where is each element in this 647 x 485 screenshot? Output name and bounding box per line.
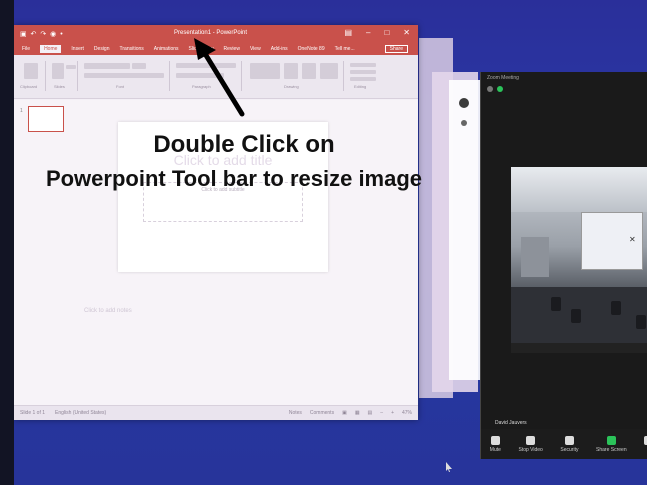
shape-fill-button[interactable] [320,63,338,79]
zoom-window-title: Zoom Meeting [487,75,519,81]
arrange-button[interactable] [284,63,298,79]
stop-video-button[interactable]: Stop Video [518,435,543,453]
font-family-select[interactable] [84,63,130,69]
font-size-select[interactable] [132,63,146,69]
reading-view-icon[interactable]: ▤ [368,410,373,416]
meeting-status-indicators [487,86,503,92]
select-button[interactable] [350,77,376,81]
tab-file[interactable]: File [22,46,30,52]
slide-number: 1 [20,108,23,114]
annotation-caption: Double Click on Powerpoint Tool bar to r… [14,128,454,196]
language-status[interactable]: English (United States) [55,410,106,416]
video-floor [511,287,647,343]
monitor-bezel-left [0,0,14,485]
font-format-buttons[interactable] [84,73,164,78]
app-icon[interactable] [459,98,469,108]
stop-video-label: Stop Video [518,446,543,453]
security-label: Security [560,446,579,453]
encryption-shield-icon[interactable] [497,86,503,92]
quick-access-toolbar[interactable]: ▣ ↶ ↷ ◉ • [20,30,64,38]
pointer-arrow-icon [194,38,245,117]
video-chair [571,309,581,323]
zoom-level[interactable]: 47% [402,410,412,416]
annotation-line-2: Powerpoint Tool bar to resize image [45,166,423,191]
tell-me-search[interactable]: Tell me... [335,46,355,52]
share-button[interactable]: Share [384,45,408,53]
ribbon-group-label: Clipboard [20,84,38,89]
find-button[interactable] [350,63,376,67]
document-title: Presentation1 - PowerPoint [174,30,248,36]
video-camera-icon [526,435,536,445]
status-right: Notes Comments ▣ ▦ ▤ – + 47% [289,410,412,416]
participant-video[interactable]: ✕ [511,167,647,343]
ribbon-group-clipboard: Clipboard [18,61,46,91]
zoom-in-button[interactable]: + [391,410,394,416]
notes-placeholder[interactable]: Click to add notes [84,308,132,314]
background-window-icons [454,98,474,138]
video-projector-glyph: ✕ [629,235,636,244]
new-slide-button[interactable] [52,63,64,79]
maximize-button[interactable]: □ [384,28,389,37]
ribbon-group-label: Font [116,84,125,89]
slide-sorter-icon[interactable]: ▦ [355,410,360,416]
close-button[interactable]: ✕ [403,28,410,37]
video-wall [521,237,549,277]
ribbon-group-label: Slides [54,84,65,89]
ribbon-group-font: Font [80,61,170,91]
video-annotation-toolbar[interactable] [511,343,647,353]
tab-insert[interactable]: Insert [71,46,84,52]
zoom-out-button[interactable]: – [380,410,383,416]
ribbon-group-label: Drawing [284,84,299,89]
paste-button[interactable] [24,63,38,79]
window-controls: ▤ – □ ✕ [344,28,410,37]
share-screen-icon [606,435,616,445]
participant-name: David Jauvers [495,420,527,426]
share-screen-button[interactable]: Share Screen [596,435,627,453]
ribbon-display-options-button[interactable]: ▤ [344,28,352,37]
minimize-button[interactable]: – [366,28,370,37]
desktop-screen: ▣ ↶ ↷ ◉ • Presentation1 - PowerPoint ▤ –… [14,0,647,485]
tab-home[interactable]: Home [40,45,62,53]
ribbon-group-label: Editing [354,84,367,89]
ribbon-group-drawing: Drawing [244,61,344,91]
layout-button[interactable] [66,65,76,69]
normal-view-icon[interactable]: ▣ [342,410,347,416]
tab-onenote[interactable]: OneNote 89 [298,46,325,52]
shield-icon [564,435,574,445]
info-icon[interactable] [487,86,493,92]
tab-design[interactable]: Design [94,46,110,52]
status-bar: Slide 1 of 1 English (United States) Not… [14,405,418,420]
comments-toggle[interactable]: Comments [310,410,334,416]
ribbon-group-editing: Editing [346,61,386,91]
video-ceiling [511,167,647,212]
zoom-meeting-window: Zoom Meeting ✕ David Jauvers Mute Stop V… [480,72,647,459]
zoom-meeting-toolbar: Mute Stop Video Security Share Screen M [481,429,647,459]
video-chair [611,301,621,315]
annotation-line-1: Double Click on [153,131,335,158]
mute-button[interactable]: Mute [489,435,501,453]
replace-button[interactable] [350,70,376,74]
tab-add-ins[interactable]: Add-ins [271,46,288,52]
share-screen-label: Share Screen [596,446,627,453]
ribbon-group-slides: Slides [48,61,78,91]
microphone-icon [490,435,500,445]
mute-label: Mute [489,446,501,453]
video-chair [551,297,561,311]
tab-transitions[interactable]: Transitions [120,46,144,52]
shapes-gallery[interactable] [250,63,280,79]
mouse-cursor-icon [446,462,452,472]
quick-styles-button[interactable] [302,63,316,79]
video-chair [636,315,646,329]
tab-animations[interactable]: Animations [154,46,179,52]
security-button[interactable]: Security [560,435,579,453]
app-icon[interactable] [461,120,467,126]
notes-toggle[interactable]: Notes [289,410,302,416]
slide-count-status: Slide 1 of 1 [20,410,46,416]
